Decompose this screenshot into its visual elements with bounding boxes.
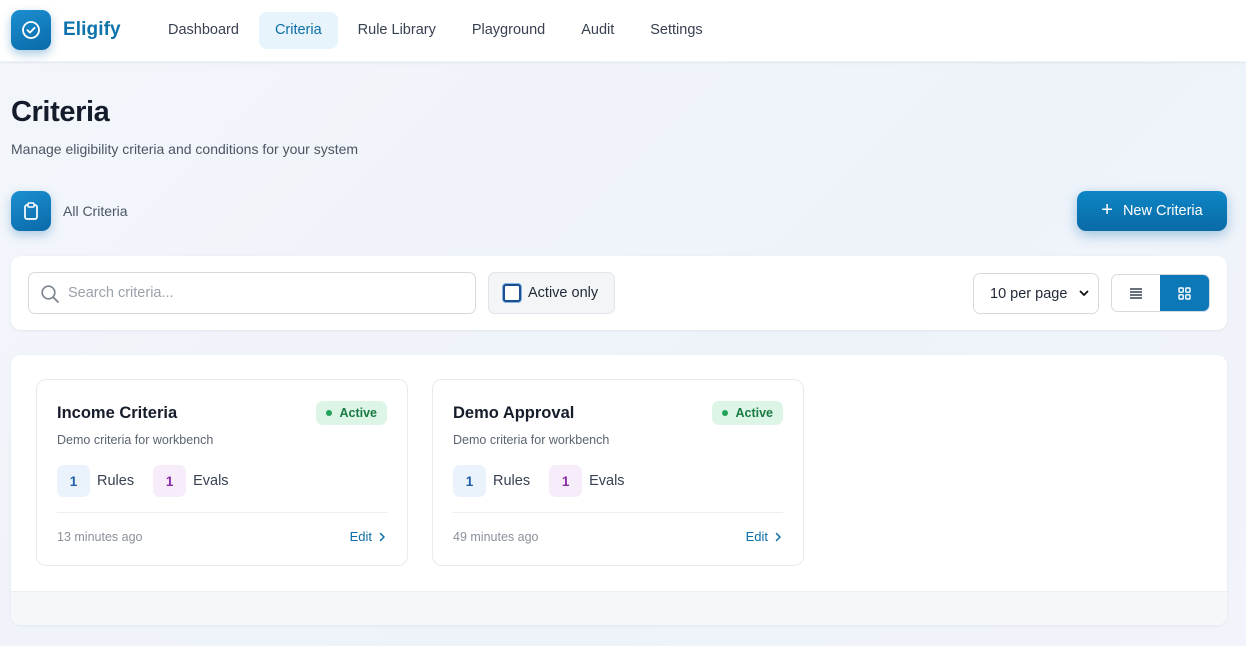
criteria-description: Demo criteria for workbench <box>57 433 214 447</box>
logo[interactable] <box>11 10 51 50</box>
card-divider <box>57 512 387 513</box>
filter-bar: Active only 10 per page <box>11 256 1227 330</box>
page-title: Criteria <box>11 96 110 128</box>
check-circle-icon <box>22 21 40 39</box>
rules-count: 1 <box>57 465 90 497</box>
evals-count: 1 <box>549 465 583 497</box>
rules-label: Rules <box>97 473 135 489</box>
evals-label: Evals <box>589 473 625 489</box>
criteria-results: Income Criteria Active Demo criteria for… <box>11 355 1227 625</box>
rules-count: 1 <box>453 465 486 497</box>
criteria-stats: 1 Rules 1 Evals <box>453 465 644 497</box>
edit-link[interactable]: Edit <box>350 529 386 544</box>
nav-dashboard[interactable]: Dashboard <box>152 12 255 49</box>
nav-settings[interactable]: Settings <box>634 12 718 49</box>
updated-time: 49 minutes ago <box>453 530 539 544</box>
section-label: All Criteria <box>63 203 128 219</box>
edit-link[interactable]: Edit <box>746 529 782 544</box>
nav-criteria[interactable]: Criteria <box>258 12 338 49</box>
chevron-right-icon <box>775 532 781 541</box>
grid-view-button[interactable] <box>1160 275 1209 311</box>
section-icon-badge <box>11 191 51 231</box>
main-nav: Dashboard Criteria Rule Library Playgrou… <box>152 12 723 49</box>
edit-label: Edit <box>745 529 768 544</box>
card-divider <box>453 512 783 513</box>
plus-icon: + <box>1101 199 1113 221</box>
per-page-value: 10 per page <box>990 285 1068 302</box>
rules-label: Rules <box>493 473 531 489</box>
evals-label: Evals <box>193 473 229 489</box>
active-only-label: Active only <box>528 285 599 301</box>
criteria-description: Demo criteria for workbench <box>453 433 610 447</box>
results-footer <box>11 591 1227 625</box>
criteria-stats: 1 Rules 1 Evals <box>57 465 248 497</box>
nav-rule-library[interactable]: Rule Library <box>342 12 452 49</box>
clipboard-icon <box>24 202 38 220</box>
per-page-select[interactable]: 10 per page <box>973 273 1099 314</box>
active-only-toggle[interactable]: Active only <box>488 272 615 314</box>
status-badge: Active <box>712 401 783 425</box>
brand-name[interactable]: Eligify <box>63 19 121 41</box>
chevron-down-icon <box>1079 290 1089 296</box>
criteria-name[interactable]: Demo Approval <box>453 404 574 423</box>
new-criteria-button[interactable]: + New Criteria <box>1077 191 1227 231</box>
criteria-card[interactable]: Demo Approval Active Demo criteria for w… <box>432 379 804 566</box>
list-icon <box>1130 288 1142 299</box>
nav-audit[interactable]: Audit <box>565 12 630 49</box>
edit-label: Edit <box>349 529 372 544</box>
page-subtitle: Manage eligibility criteria and conditio… <box>11 141 359 157</box>
status-dot-icon <box>722 410 729 416</box>
search-field[interactable] <box>28 272 476 314</box>
updated-time: 13 minutes ago <box>57 530 143 544</box>
top-navbar: Eligify Dashboard Criteria Rule Library … <box>0 0 1246 62</box>
status-label: Active <box>339 406 377 420</box>
new-criteria-label: New Criteria <box>1122 203 1203 219</box>
search-input[interactable] <box>68 273 468 313</box>
view-mode-toggle <box>1111 274 1210 312</box>
search-icon <box>41 285 59 303</box>
active-only-checkbox[interactable] <box>503 284 521 302</box>
evals-count: 1 <box>153 465 187 497</box>
list-view-button[interactable] <box>1112 275 1161 311</box>
criteria-card[interactable]: Income Criteria Active Demo criteria for… <box>36 379 408 566</box>
chevron-right-icon <box>379 532 385 541</box>
status-label: Active <box>735 406 773 420</box>
nav-playground[interactable]: Playground <box>456 12 561 49</box>
status-dot-icon <box>326 410 333 416</box>
grid-icon <box>1178 286 1191 300</box>
status-badge: Active <box>316 401 387 425</box>
criteria-name[interactable]: Income Criteria <box>57 404 177 423</box>
